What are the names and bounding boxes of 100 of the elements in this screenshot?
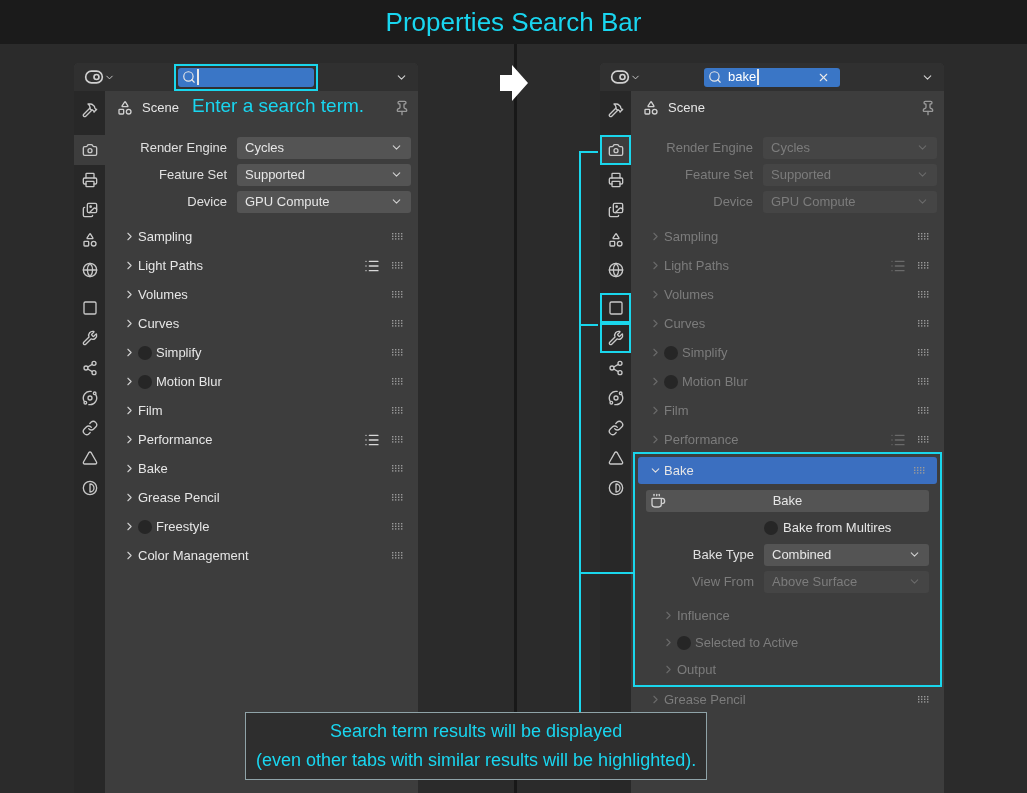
panel-header[interactable]: Motion Blur <box>105 367 418 396</box>
panel-header[interactable]: Performance <box>105 425 418 454</box>
page-title: Properties Search Bar <box>385 5 642 39</box>
pin-icon[interactable] <box>920 100 936 116</box>
panel-header[interactable]: Curves <box>631 309 944 338</box>
shapes-icon <box>81 232 98 248</box>
text-cursor-icon <box>197 69 199 85</box>
subpanel-header[interactable]: Selected to Active <box>635 629 940 656</box>
drag-handle-icon[interactable] <box>392 494 404 501</box>
section-title: Curves <box>138 314 180 333</box>
section-title: Influence <box>677 606 730 625</box>
dropdown[interactable]: Supported <box>237 163 411 186</box>
section-title: Performance <box>664 430 739 449</box>
triangle-icon <box>81 450 98 466</box>
tab-button[interactable] <box>600 135 631 165</box>
section-title: Volumes <box>138 285 188 304</box>
square-icon <box>81 300 98 316</box>
drag-handle-icon[interactable] <box>392 436 404 443</box>
dropdown[interactable]: Cycles <box>237 136 411 159</box>
tab-button[interactable] <box>600 323 631 353</box>
panel-header[interactable]: Bake <box>638 457 937 484</box>
dropdown[interactable]: Combined <box>764 543 929 566</box>
section-title: Color Management <box>138 546 249 565</box>
arrow-icon <box>500 65 528 101</box>
section-title: Light Paths <box>664 256 730 275</box>
panel-header[interactable]: Simplify <box>105 338 418 367</box>
panel-header[interactable]: Bake <box>105 454 418 483</box>
field-label: Feature Set <box>158 165 227 184</box>
section-title: Grease Pencil <box>138 488 220 507</box>
section-title: Motion Blur <box>156 372 222 391</box>
drag-handle-icon[interactable] <box>918 291 930 298</box>
bake-button[interactable]: Bake <box>646 489 929 512</box>
panel-header[interactable]: Film <box>105 396 418 425</box>
drag-handle-icon[interactable] <box>918 233 930 240</box>
drag-handle-icon[interactable] <box>918 349 930 356</box>
field-label: Bake Type <box>691 545 754 564</box>
nodes-icon <box>607 360 624 376</box>
search-field[interactable] <box>174 63 318 91</box>
subpanel-header[interactable]: Influence <box>635 602 940 629</box>
drag-handle-icon[interactable] <box>918 696 930 703</box>
panel-header[interactable]: Sampling <box>105 222 418 251</box>
panel-header[interactable]: Light Paths <box>105 251 418 280</box>
half-circle-icon <box>607 480 624 496</box>
subpanel-header[interactable]: Output <box>635 656 940 683</box>
context-title: Scene <box>142 99 179 118</box>
panel-header[interactable]: Simplify <box>631 338 944 367</box>
drag-handle-icon[interactable] <box>918 262 930 269</box>
drag-handle-icon[interactable] <box>914 467 926 474</box>
panel-header[interactable]: Sampling <box>631 222 944 251</box>
drag-handle-icon[interactable] <box>918 378 930 385</box>
context-title: Scene <box>668 99 705 118</box>
panel-header[interactable]: Grease Pencil <box>105 483 418 512</box>
section-title: Performance <box>138 430 213 449</box>
panel-header[interactable]: Freestyle <box>105 512 418 541</box>
toggle-icon[interactable] <box>84 67 104 87</box>
panel-header[interactable]: Motion Blur <box>631 367 944 396</box>
annotation-text: Enter a search term. <box>192 96 365 115</box>
link-icon <box>81 420 98 436</box>
printer-icon <box>81 172 98 188</box>
section-title: Bake <box>138 459 168 478</box>
triangle-icon <box>607 450 624 466</box>
drag-handle-icon[interactable] <box>392 552 404 559</box>
drag-handle-icon[interactable] <box>392 320 404 327</box>
pin-icon[interactable] <box>394 100 410 116</box>
section-title: Grease Pencil <box>664 690 746 709</box>
drag-handle-icon[interactable] <box>392 378 404 385</box>
dropdown[interactable]: GPU Compute <box>237 190 411 213</box>
panel-header[interactable]: Volumes <box>631 280 944 309</box>
nodes-icon <box>81 360 98 376</box>
shapes-icon <box>643 100 659 116</box>
section-title: Output <box>677 660 717 679</box>
panel-header[interactable]: Film <box>631 396 944 425</box>
panel-header[interactable]: Light Paths <box>631 251 944 280</box>
drag-handle-icon[interactable] <box>392 523 404 530</box>
panel-header[interactable]: Performance <box>631 425 944 454</box>
drag-handle-icon[interactable] <box>918 407 930 414</box>
drag-handle-icon[interactable] <box>392 262 404 269</box>
drag-handle-icon[interactable] <box>392 407 404 414</box>
panel-header[interactable]: Volumes <box>105 280 418 309</box>
panel-header[interactable]: Grease Pencil <box>631 685 944 714</box>
section-title: Film <box>138 401 163 420</box>
drag-handle-icon[interactable] <box>392 233 404 240</box>
search-icon <box>182 70 196 84</box>
panel-header[interactable]: Curves <box>105 309 418 338</box>
orbit-icon <box>81 390 98 406</box>
drag-handle-icon[interactable] <box>392 465 404 472</box>
drag-handle-icon[interactable] <box>392 291 404 298</box>
text-cursor-icon <box>757 69 760 85</box>
panel-header[interactable]: Color Management <box>105 541 418 570</box>
drag-handle-icon[interactable] <box>392 349 404 356</box>
checkbox-label: Bake from Multires <box>783 518 892 537</box>
drag-handle-icon[interactable] <box>918 436 930 443</box>
globe-icon <box>81 262 98 278</box>
square-icon <box>607 300 624 316</box>
tab-button[interactable] <box>600 293 631 323</box>
link-icon <box>607 420 624 436</box>
tab-button[interactable] <box>74 135 105 165</box>
toggle-icon[interactable] <box>610 67 630 87</box>
drag-handle-icon[interactable] <box>918 320 930 327</box>
section-title: Curves <box>664 314 706 333</box>
